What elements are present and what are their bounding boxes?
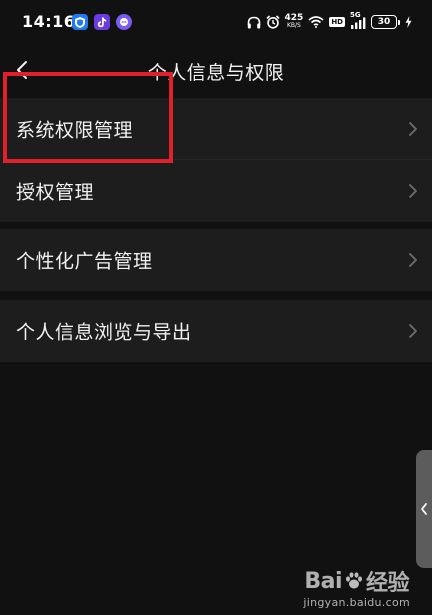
menu-item-label: 授权管理 xyxy=(16,181,95,204)
chevron-right-icon xyxy=(408,183,418,199)
page-title: 个人信息与权限 xyxy=(147,62,285,84)
status-bar: 14:16 425 KB/S HD 5G 30 xyxy=(0,0,432,44)
network-speed-unit: KB/S xyxy=(286,22,301,29)
menu-item-personal-info-export[interactable]: 个人信息浏览与导出 xyxy=(0,300,432,362)
network-speed-value: 425 xyxy=(284,13,304,23)
network-speed: 425 KB/S xyxy=(285,14,304,30)
tiktok-app-icon xyxy=(94,14,110,30)
baidu-jingyan-watermark: Bai 经验 jingyan.baidu.com xyxy=(303,565,410,610)
chevron-right-icon xyxy=(408,121,418,137)
battery-level: 30 xyxy=(371,15,397,29)
chevron-right-icon xyxy=(408,252,418,268)
charging-bolt-icon xyxy=(405,16,412,28)
status-time: 14:16 xyxy=(22,12,76,31)
watermark-logo: Bai 经验 xyxy=(303,565,410,597)
menu-item-label: 个性化广告管理 xyxy=(16,250,153,273)
paw-icon xyxy=(346,572,363,589)
header-bar: 个人信息与权限 xyxy=(0,48,432,92)
menu-group-permissions: 系统权限管理 授权管理 xyxy=(0,98,432,222)
menu-item-label: 系统权限管理 xyxy=(16,119,134,142)
chevron-right-icon xyxy=(408,323,418,339)
menu-item-label: 个人信息浏览与导出 xyxy=(16,321,192,344)
network-type-label: 5G xyxy=(350,10,361,19)
battery-tip xyxy=(398,19,400,25)
menu-item-system-permissions[interactable]: 系统权限管理 xyxy=(0,98,432,160)
wifi-icon xyxy=(308,16,324,28)
menu-item-personalized-ads[interactable]: 个性化广告管理 xyxy=(0,229,432,291)
chat-app-icon xyxy=(116,14,132,30)
battery-indicator: 30 xyxy=(371,15,400,29)
watermark-logo-text-a: Bai xyxy=(304,568,343,594)
menu-group-ads: 个性化广告管理 xyxy=(0,229,432,291)
menu-group-personal-info: 个人信息浏览与导出 xyxy=(0,300,432,362)
headphones-icon xyxy=(247,16,261,29)
chevron-left-icon xyxy=(421,503,427,515)
alarm-icon xyxy=(265,15,280,29)
hd-badge: HD xyxy=(329,17,345,27)
menu-item-authorization[interactable]: 授权管理 xyxy=(0,160,432,222)
shield-app-icon xyxy=(72,14,88,30)
cellular-signal-icon: 5G xyxy=(350,11,366,29)
watermark-url: jingyan.baidu.com xyxy=(303,596,410,609)
side-panel-handle[interactable] xyxy=(416,450,432,568)
status-indicators: 425 KB/S HD 5G 30 xyxy=(247,11,412,32)
watermark-logo-text-b: 经验 xyxy=(366,571,410,596)
